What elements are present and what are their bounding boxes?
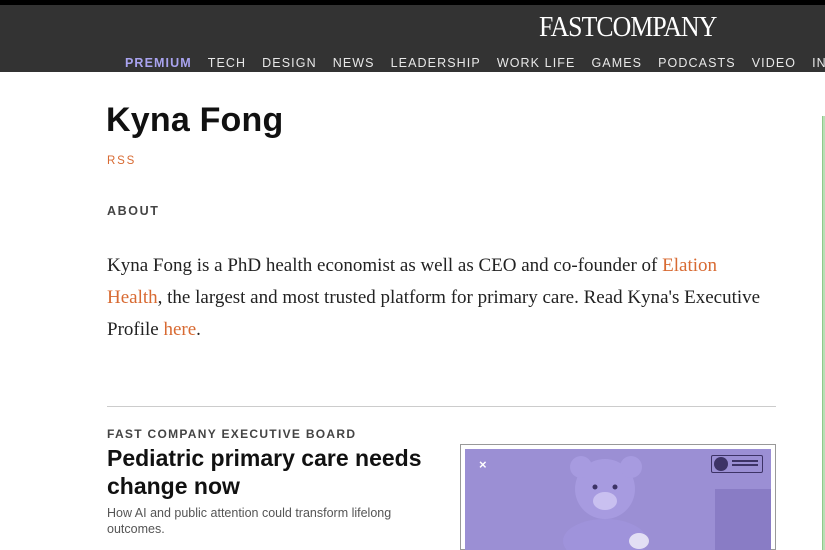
nav-item-design[interactable]: DESIGN	[254, 55, 325, 71]
about-heading: ABOUT	[107, 204, 160, 218]
section-divider	[107, 406, 776, 407]
nav-item-innovation[interactable]: INNOVA	[804, 55, 825, 71]
nav-item-podcasts[interactable]: PODCASTS	[650, 55, 744, 71]
nav-item-work-life[interactable]: WORK LIFE	[489, 55, 584, 71]
executive-profile-link[interactable]: here	[163, 319, 196, 340]
article-dek: How AI and public attention could transf…	[107, 506, 392, 536]
bio-text: Kyna Fong is a PhD health economist as w…	[107, 255, 663, 276]
nav-item-tech[interactable]: TECH	[200, 55, 254, 71]
nav-item-leadership[interactable]: LEADERSHIP	[383, 55, 489, 71]
rss-link[interactable]: RSS	[107, 155, 136, 167]
site-header: FASTCOMPANY PREMIUM TECH DESIGN NEWS LEA…	[0, 0, 825, 72]
article-thumbnail[interactable]: ×	[465, 449, 771, 550]
nav-item-games[interactable]: GAMES	[583, 55, 650, 71]
nav-item-news[interactable]: NEWS	[325, 55, 383, 71]
nav-item-video[interactable]: VIDEO	[744, 55, 804, 71]
main-nav: PREMIUM TECH DESIGN NEWS LEADERSHIP WORK…	[117, 55, 825, 71]
article-kicker[interactable]: FAST COMPANY EXECUTIVE BOARD	[107, 427, 356, 441]
nav-item-premium[interactable]: PREMIUM	[117, 55, 200, 71]
executive-board-badge-icon	[711, 455, 763, 473]
article-headline[interactable]: Pediatric primary care needs change now	[107, 444, 437, 500]
fast-company-logo[interactable]: FASTCOMPANY	[539, 13, 717, 43]
bio-text: , the largest and most trusted platform …	[107, 287, 761, 340]
author-name: Kyna Fong	[106, 101, 284, 139]
author-bio: Kyna Fong is a PhD health economist as w…	[107, 250, 767, 346]
bio-text: .	[196, 319, 201, 340]
close-icon[interactable]: ×	[479, 457, 487, 472]
